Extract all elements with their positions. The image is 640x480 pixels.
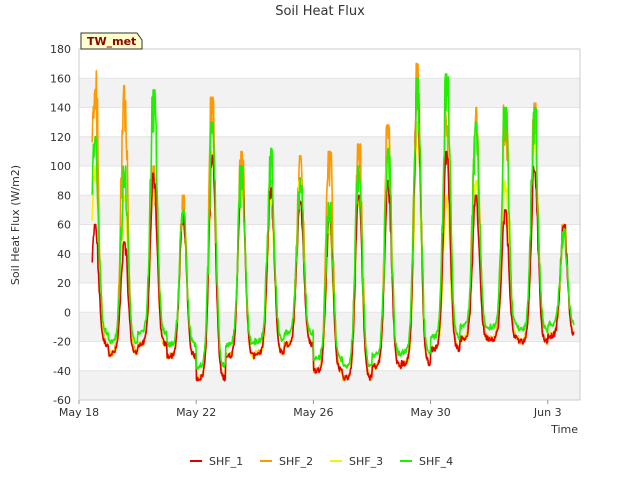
site-badge: TW_met <box>80 32 143 50</box>
y-tick-label: 120 <box>50 131 71 144</box>
x-tick-label: May 26 <box>293 406 333 419</box>
x-axis-ticks: May 18 May 22 May 26 May 30 Jun 3 <box>59 400 562 419</box>
plot-band <box>79 253 580 283</box>
y-tick-label: -40 <box>53 365 71 378</box>
y-axis-ticks: -60-40-20020406080100120140160180 <box>50 43 71 407</box>
x-tick-label: May 30 <box>410 406 450 419</box>
y-tick-label: 20 <box>57 277 71 290</box>
x-axis-label: Time <box>550 423 578 436</box>
legend-label-shf_1: SHF_1 <box>209 455 243 468</box>
y-tick-label: 180 <box>50 43 71 56</box>
legend-label-shf_4: SHF_4 <box>419 455 453 468</box>
y-tick-label: 0 <box>64 306 71 319</box>
y-tick-label: 60 <box>57 219 71 232</box>
legend-label-shf_3: SHF_3 <box>349 455 383 468</box>
y-tick-label: 100 <box>50 160 71 173</box>
plot-band <box>79 370 580 400</box>
y-tick-label: 140 <box>50 102 71 115</box>
chart-title: Soil Heat Flux <box>275 4 365 19</box>
soil-heat-flux-chart: -60-40-20020406080100120140160180 May 18… <box>9 4 581 468</box>
y-tick-label: 40 <box>57 248 71 261</box>
y-tick-label: 160 <box>50 72 71 85</box>
y-tick-label: 80 <box>57 189 71 202</box>
legend-label-shf_2: SHF_2 <box>279 455 313 468</box>
x-tick-label: May 22 <box>176 406 216 419</box>
site-badge-label: TW_met <box>87 35 136 48</box>
y-tick-label: -20 <box>53 336 71 349</box>
x-tick-label: Jun 3 <box>533 406 562 419</box>
x-tick-label: May 18 <box>59 406 99 419</box>
legend: SHF_1 SHF_2 SHF_3 SHF_4 <box>190 455 453 468</box>
plot-band <box>79 312 580 342</box>
y-axis-label: Soil Heat Flux (W/m2) <box>9 165 22 285</box>
